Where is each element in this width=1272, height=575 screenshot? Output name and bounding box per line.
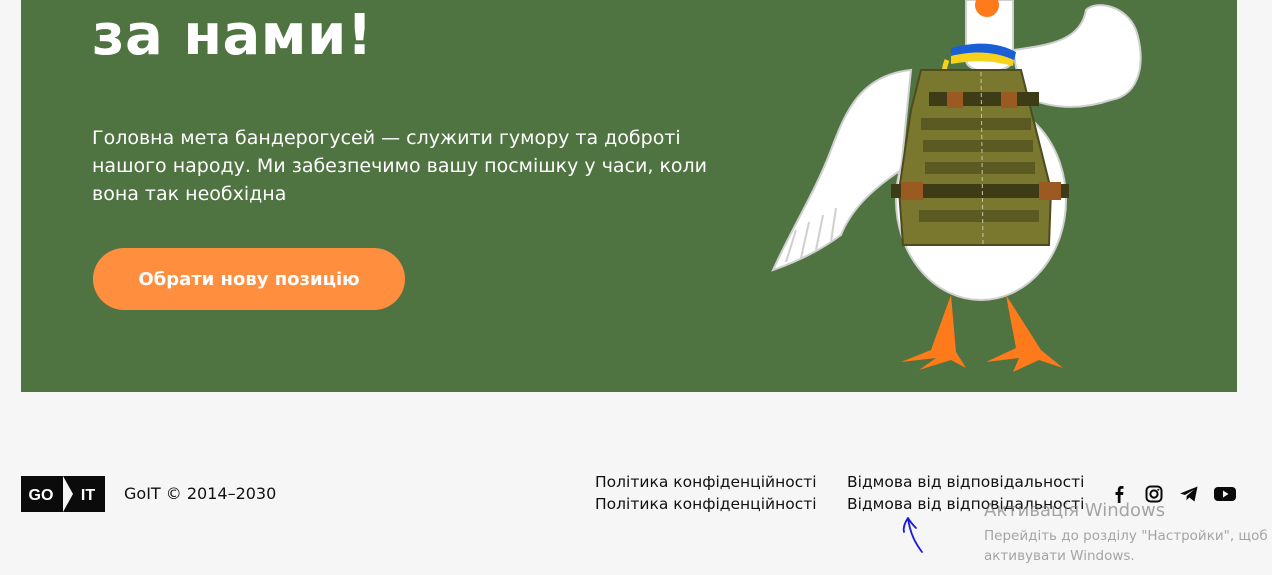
goit-logo[interactable]: GO IT — [21, 476, 105, 512]
hero-title-line: за нами! — [92, 3, 373, 68]
hero-title: за нами! — [92, 0, 373, 78]
privacy-policy-link[interactable]: Політика конфіденційності — [595, 494, 847, 514]
goose-right-wing — [1011, 4, 1142, 108]
privacy-policy-link[interactable]: Політика конфіденційності — [595, 472, 847, 492]
choose-position-button[interactable]: Обрати нову позицію — [93, 248, 405, 310]
windows-activation-title: Активація Windows — [984, 500, 1166, 521]
disclaimer-link[interactable]: Відмова від відповідальності — [847, 472, 1097, 492]
windows-activation-line2: активувати Windows. — [984, 548, 1135, 564]
logo-it-text: IT — [81, 487, 95, 504]
goose-soldier-illustration — [771, 0, 1142, 372]
goose-left-leg — [901, 295, 966, 370]
hero-section: за нами! Головна мета бандерогусей — слу… — [21, 0, 1237, 392]
windows-activation-watermark: Активація Windows Перейдіть до розділу "… — [984, 500, 1272, 566]
goose-right-leg — [986, 295, 1063, 372]
windows-activation-line1: Перейдіть до розділу "Настройки", щоб — [984, 528, 1268, 544]
logo-go-text: GO — [29, 487, 54, 504]
hero-description: Головна мета бандерогусей — служити гумо… — [92, 127, 708, 205]
copyright-text: GoIT © 2014–2030 — [124, 484, 277, 503]
hand-drawn-pointer-mark — [902, 517, 923, 553]
